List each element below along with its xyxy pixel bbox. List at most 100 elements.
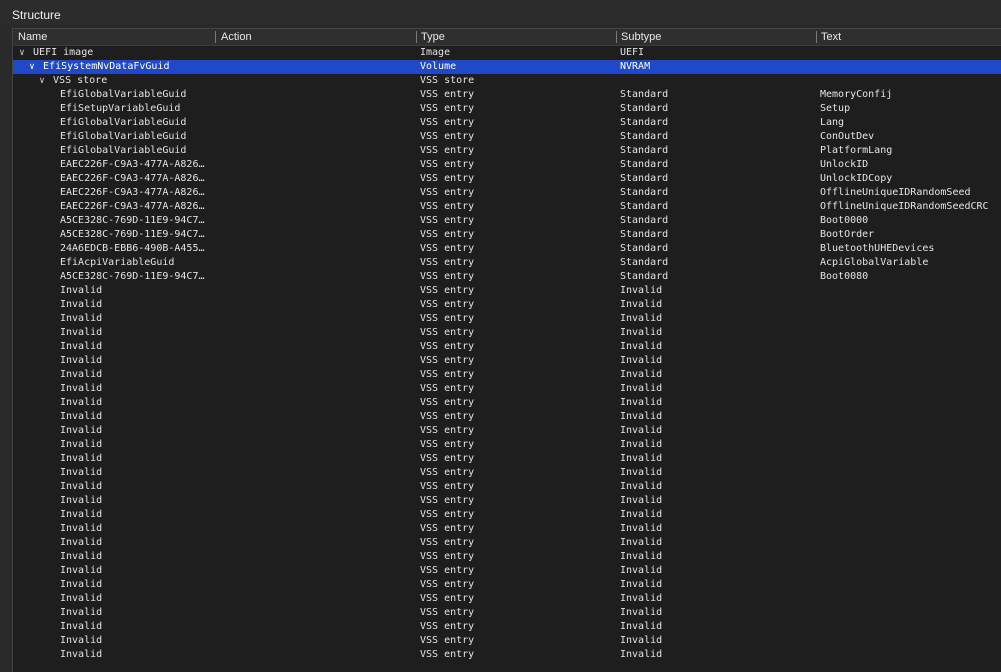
tree-row-vss-entry[interactable]: EAEC226F-C9A3-477A-A826… VSS entry Standar… bbox=[13, 172, 1001, 186]
row-name: EfiAcpiVariableGuid bbox=[60, 257, 175, 268]
row-subtype: Invalid bbox=[620, 383, 663, 394]
tree-row-vss-entry[interactable]: Invalid VSS entry Invalid bbox=[13, 298, 1001, 312]
tree-row-vss-entry[interactable]: 24A6EDCB-EBB6-490B-A455… VSS entry Standar… bbox=[13, 242, 1001, 256]
row-name: Invalid bbox=[60, 537, 103, 548]
tree-row-vss-entry[interactable]: EAEC226F-C9A3-477A-A826… VSS entry Standar… bbox=[13, 186, 1001, 200]
row-text bbox=[820, 564, 1001, 578]
tree-row-vss-entry[interactable]: Invalid VSS entry Invalid bbox=[13, 648, 1001, 662]
tree-row-vss-entry[interactable]: Invalid VSS entry Invalid bbox=[13, 354, 1001, 368]
row-name: EfiGlobalVariableGuid bbox=[60, 117, 187, 128]
tree-row-vss-entry[interactable]: Invalid VSS entry Invalid bbox=[13, 424, 1001, 438]
tree-row-vss-entry[interactable]: Invalid VSS entry Invalid bbox=[13, 494, 1001, 508]
tree-row-vss-entry[interactable]: EAEC226F-C9A3-477A-A826… VSS entry Standar… bbox=[13, 158, 1001, 172]
row-text bbox=[820, 410, 1001, 424]
tree-row-vss-entry[interactable]: EfiGlobalVariableGuid VSS entry Standard Pl… bbox=[13, 144, 1001, 158]
tree-row-vss-entry[interactable]: EfiGlobalVariableGuid VSS entry Standard La… bbox=[13, 116, 1001, 130]
tree-row-vss-entry[interactable]: A5CE328C-769D-11E9-94C7… VSS entry Standar… bbox=[13, 228, 1001, 242]
row-text bbox=[820, 284, 1001, 298]
tree-row-vss-entry[interactable]: Invalid VSS entry Invalid bbox=[13, 438, 1001, 452]
tree-row-nvram-volume[interactable]: ∨ EfiSystemNvDataFvGuid Volume NVRAM bbox=[13, 60, 1001, 74]
row-type: VSS entry bbox=[420, 285, 475, 296]
tree-row-vss-entry[interactable]: Invalid VSS entry Invalid bbox=[13, 522, 1001, 536]
column-header-name[interactable]: Name bbox=[13, 29, 213, 45]
tree-row-vss-entry[interactable]: EfiSetupVariableGuid VSS entry Standard Set… bbox=[13, 102, 1001, 116]
column-header-text[interactable]: Text bbox=[816, 29, 1001, 45]
tree-row-vss-entry[interactable]: Invalid VSS entry Invalid bbox=[13, 368, 1001, 382]
row-text bbox=[820, 368, 1001, 382]
row-subtype: Standard bbox=[620, 131, 669, 142]
row-name: Invalid bbox=[60, 285, 103, 296]
tree-row-vss-entry[interactable]: Invalid VSS entry Invalid bbox=[13, 592, 1001, 606]
row-name: Invalid bbox=[60, 425, 103, 436]
tree-row-vss-entry[interactable]: Invalid VSS entry Invalid bbox=[13, 564, 1001, 578]
tree-row-vss-entry[interactable]: EAEC226F-C9A3-477A-A826… VSS entry Standar… bbox=[13, 200, 1001, 214]
row-type: VSS store bbox=[420, 75, 475, 86]
row-name: Invalid bbox=[60, 579, 103, 590]
row-subtype: Standard bbox=[620, 89, 669, 100]
tree-row-vss-entry[interactable]: Invalid VSS entry Invalid bbox=[13, 326, 1001, 340]
row-subtype: Invalid bbox=[620, 425, 663, 436]
tree-row-vss-entry[interactable]: Invalid VSS entry Invalid bbox=[13, 284, 1001, 298]
row-type: VSS entry bbox=[420, 397, 475, 408]
tree-row-vss-entry[interactable]: Invalid VSS entry Invalid bbox=[13, 466, 1001, 480]
row-text: BootOrder bbox=[820, 229, 875, 240]
row-subtype: Invalid bbox=[620, 593, 663, 604]
row-text bbox=[820, 620, 1001, 634]
tree-row-vss-entry[interactable]: Invalid VSS entry Invalid bbox=[13, 396, 1001, 410]
tree-row-vss-entry[interactable]: Invalid VSS entry Invalid bbox=[13, 508, 1001, 522]
tree-row-vss-entry[interactable]: EfiGlobalVariableGuid VSS entry Standard Me… bbox=[13, 88, 1001, 102]
row-name: Invalid bbox=[60, 453, 103, 464]
tree-row-vss-entry[interactable]: Invalid VSS entry Invalid bbox=[13, 340, 1001, 354]
tree-rows: ∨ UEFI image Image UEFI ∨ EfiSystemNvDat… bbox=[13, 46, 1001, 662]
tree-row-vss-entry[interactable]: Invalid VSS entry Invalid bbox=[13, 312, 1001, 326]
tree-row-vss-entry[interactable]: Invalid VSS entry Invalid bbox=[13, 382, 1001, 396]
row-subtype: Invalid bbox=[620, 397, 663, 408]
tree-row-vss-entry[interactable]: Invalid VSS entry Invalid bbox=[13, 410, 1001, 424]
tree-row-vss-store[interactable]: ∨ VSS store VSS store bbox=[13, 74, 1001, 88]
tree-row-vss-entry[interactable]: A5CE328C-769D-11E9-94C7… VSS entry Standar… bbox=[13, 214, 1001, 228]
column-header-subtype[interactable]: Subtype bbox=[616, 29, 816, 45]
row-name: Invalid bbox=[60, 635, 103, 646]
row-subtype: Invalid bbox=[620, 565, 663, 576]
row-subtype: Invalid bbox=[620, 523, 663, 534]
row-subtype: Invalid bbox=[620, 509, 663, 520]
chevron-down-icon[interactable]: ∨ bbox=[37, 74, 47, 88]
row-subtype: Invalid bbox=[620, 411, 663, 422]
column-header-type[interactable]: Type bbox=[416, 29, 616, 45]
tree-row-vss-entry[interactable]: A5CE328C-769D-11E9-94C7… VSS entry Standar… bbox=[13, 270, 1001, 284]
tree-row-vss-entry[interactable]: Invalid VSS entry Invalid bbox=[13, 620, 1001, 634]
row-name: 24A6EDCB-EBB6-490B-A455… bbox=[60, 243, 205, 254]
tree-row-vss-entry[interactable]: Invalid VSS entry Invalid bbox=[13, 480, 1001, 494]
tree-row-vss-entry[interactable]: EfiGlobalVariableGuid VSS entry Standard Co… bbox=[13, 130, 1001, 144]
row-subtype: Standard bbox=[620, 159, 669, 170]
tree-row-vss-entry[interactable]: Invalid VSS entry Invalid bbox=[13, 452, 1001, 466]
tree-row-vss-entry[interactable]: Invalid VSS entry Invalid bbox=[13, 536, 1001, 550]
row-text bbox=[820, 424, 1001, 438]
row-type: VSS entry bbox=[420, 355, 475, 366]
tree-row-vss-entry[interactable]: EfiAcpiVariableGuid VSS entry Standard Acpi… bbox=[13, 256, 1001, 270]
row-subtype bbox=[620, 74, 815, 88]
column-header-action[interactable]: Action bbox=[216, 29, 416, 45]
row-name: Invalid bbox=[60, 565, 103, 576]
row-text bbox=[820, 606, 1001, 620]
row-subtype: Standard bbox=[620, 257, 669, 268]
row-text bbox=[820, 326, 1001, 340]
row-name: EAEC226F-C9A3-477A-A826… bbox=[60, 201, 205, 212]
row-subtype: Standard bbox=[620, 117, 669, 128]
row-name: EAEC226F-C9A3-477A-A826… bbox=[60, 187, 205, 198]
row-subtype: NVRAM bbox=[620, 61, 651, 72]
row-type: VSS entry bbox=[420, 131, 475, 142]
row-type: VSS entry bbox=[420, 117, 475, 128]
chevron-down-icon[interactable]: ∨ bbox=[27, 60, 37, 74]
chevron-down-icon[interactable]: ∨ bbox=[17, 46, 27, 60]
row-type: VSS entry bbox=[420, 327, 475, 338]
tree-row-vss-entry[interactable]: Invalid VSS entry Invalid bbox=[13, 578, 1001, 592]
row-subtype: Invalid bbox=[620, 551, 663, 562]
row-name: A5CE328C-769D-11E9-94C7… bbox=[60, 215, 205, 226]
tree-row-vss-entry[interactable]: Invalid VSS entry Invalid bbox=[13, 634, 1001, 648]
tree-row-vss-entry[interactable]: Invalid VSS entry Invalid bbox=[13, 606, 1001, 620]
tree-row-vss-entry[interactable]: Invalid VSS entry Invalid bbox=[13, 550, 1001, 564]
structure-tree[interactable]: Name Action Type Subtype Text ∨ UEFI ima… bbox=[12, 28, 1001, 672]
row-text bbox=[820, 298, 1001, 312]
tree-row-uefi-image[interactable]: ∨ UEFI image Image UEFI bbox=[13, 46, 1001, 60]
